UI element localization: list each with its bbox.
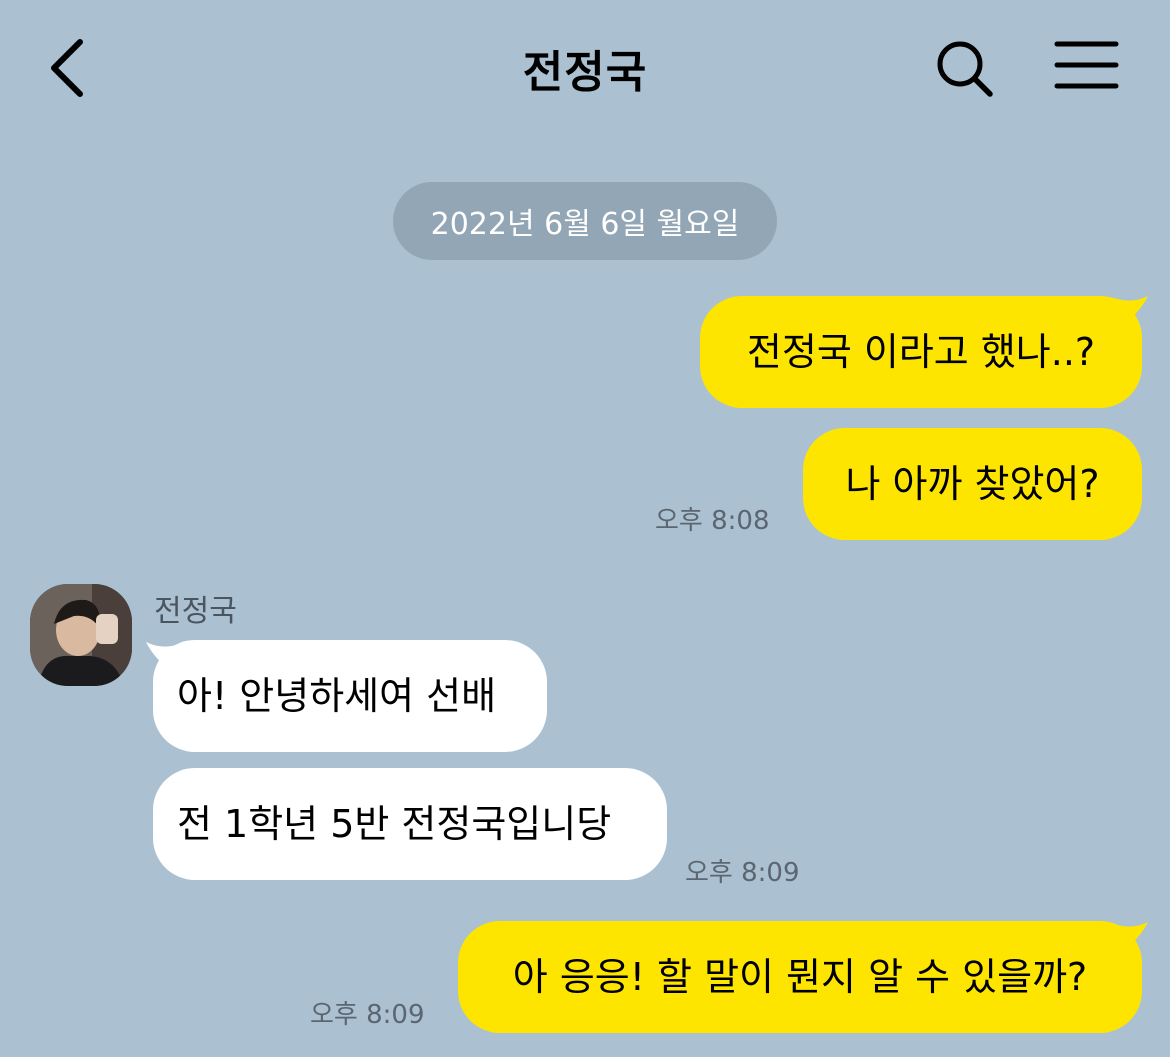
search-button[interactable] xyxy=(932,36,998,102)
message-bubble-theirs[interactable]: 전 1학년 5반 전정국입니당 xyxy=(153,768,667,880)
message-text: 아! 안녕하세여 선배 xyxy=(177,674,497,718)
date-divider-label: 2022년 6월 6일 월요일 xyxy=(430,207,740,242)
message-text: 나 아까 찾았어? xyxy=(845,462,1100,506)
menu-button[interactable] xyxy=(1052,38,1122,94)
avatar[interactable] xyxy=(30,584,132,686)
hamburger-menu-icon xyxy=(1054,41,1119,89)
message-time: 오후 8:09 xyxy=(310,1000,425,1030)
profile-photo xyxy=(30,584,132,686)
message-text: 전 1학년 5반 전정국입니당 xyxy=(177,802,612,846)
message-bubble-mine[interactable]: 나 아까 찾았어? xyxy=(803,428,1142,540)
message-bubble-theirs[interactable]: 아! 안녕하세여 선배 xyxy=(153,640,547,752)
message-bubble-mine[interactable]: 전정국 이라고 했나..? xyxy=(700,296,1142,408)
chat-header: 전정국 xyxy=(0,0,1170,140)
message-text: 아 응응! 할 말이 뭔지 알 수 있을까? xyxy=(512,955,1088,999)
message-bubble-mine[interactable]: 아 응응! 할 말이 뭔지 알 수 있을까? xyxy=(458,921,1142,1033)
search-icon xyxy=(937,41,993,97)
date-divider: 2022년 6월 6일 월요일 xyxy=(393,182,777,260)
message-time: 오후 8:09 xyxy=(685,858,800,888)
message-text: 전정국 이라고 했나..? xyxy=(746,330,1096,374)
sender-name: 전정국 xyxy=(154,594,237,629)
message-time: 오후 8:08 xyxy=(655,506,770,536)
